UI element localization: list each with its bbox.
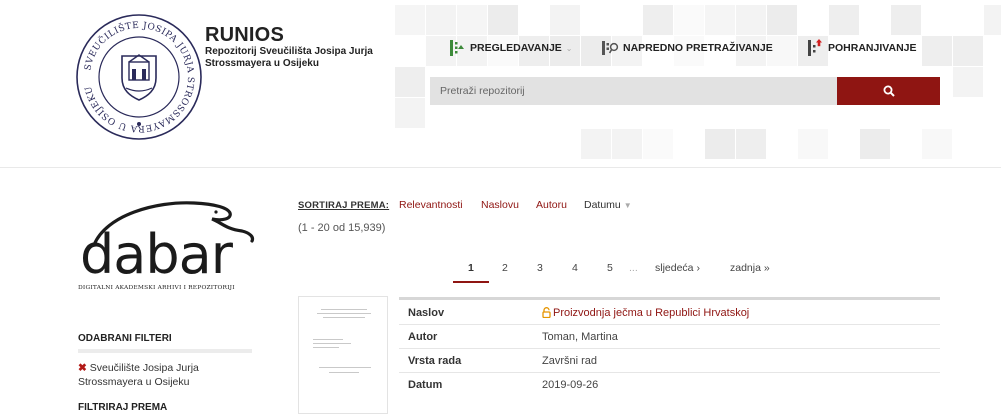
metadata-row-type: Vrsta rada Završni rad: [399, 350, 940, 373]
deposit-icon: [808, 39, 822, 56]
mosaic-tile: [581, 129, 611, 159]
university-seal-logo[interactable]: SVEUČILIŠTE JOSIPA JURJA STROSSMAYERA U …: [74, 12, 204, 142]
nav-browse-menu[interactable]: PREGLEDAVANJE ⌄: [448, 38, 573, 58]
dabar-logo-text: dabar: [80, 223, 234, 286]
chevron-down-icon: ▼: [623, 201, 632, 210]
page-link-4[interactable]: 4: [572, 262, 578, 274]
result-title-text: Proizvodnja ječma u Republici Hrvatskoj: [553, 307, 750, 319]
mosaic-tile: [550, 5, 580, 35]
remove-filter-icon[interactable]: ✖: [78, 362, 87, 374]
sort-option-relevance[interactable]: Relevantnosti: [399, 199, 463, 211]
nav-deposit-label: POHRANJIVANJE: [828, 42, 917, 54]
metadata-row-title: Naslov Proizvodnja ječma u Republici Hrv…: [399, 302, 940, 325]
selected-filters-heading: ODABRANI FILTERI: [78, 333, 172, 344]
result-title-link[interactable]: Proizvodnja ječma u Republici Hrvatskoj: [542, 307, 749, 319]
metadata-row-author: Autor Toman, Martina: [399, 326, 940, 349]
nav-deposit[interactable]: POHRANJIVANJE: [806, 38, 917, 58]
brand-title[interactable]: RUNIOS: [205, 24, 284, 47]
mosaic-tile: [736, 129, 766, 159]
search-input[interactable]: [430, 77, 837, 105]
selected-filter-item[interactable]: ✖ Sveučilište Josipa Jurja Strossmayera …: [78, 361, 258, 389]
thumbnail-text-line: [313, 343, 351, 344]
mosaic-tile: [674, 5, 704, 35]
nav-browse-label: PREGLEDAVANJE: [470, 42, 562, 54]
mosaic-tile: [953, 36, 983, 66]
metadata-row-date: Datum 2019-09-26: [399, 374, 940, 397]
mosaic-tile: [922, 36, 952, 66]
browse-icon: [450, 40, 464, 56]
thumbnail-text-line: [321, 309, 367, 310]
open-access-lock-icon: [542, 307, 551, 318]
mosaic-tile: [984, 5, 1001, 35]
last-page-link[interactable]: zadnja »: [730, 262, 770, 274]
brand-subtitle: Repozitorij Sveučilišta Josipa Jurja Str…: [205, 46, 373, 69]
mosaic-tile: [643, 129, 673, 159]
mosaic-tile: [705, 129, 735, 159]
chevron-down-icon: ⌄: [565, 43, 573, 53]
nav-advanced-search[interactable]: NAPREDNO PRETRAŽIVANJE: [601, 38, 773, 58]
selected-filter-label: Sveučilište Josipa Jurja Strossmayera u …: [78, 362, 199, 388]
page-link-3[interactable]: 3: [537, 262, 543, 274]
metadata-value: 2019-09-26: [542, 379, 599, 391]
metadata-key: Vrsta rada: [408, 355, 462, 367]
mosaic-tile: [736, 5, 766, 35]
sort-option-title[interactable]: Naslovu: [481, 199, 519, 211]
metadata-value: Završni rad: [542, 355, 598, 367]
current-page-indicator: [453, 281, 489, 283]
search-button[interactable]: [837, 77, 940, 105]
sort-option-date-label: Datumu: [584, 199, 621, 211]
thumbnail-text-line: [319, 367, 371, 368]
thumbnail-text-line: [313, 339, 343, 340]
mosaic-tile: [395, 5, 425, 35]
advanced-search-icon: [602, 41, 619, 55]
metadata-key: Datum: [408, 379, 443, 391]
thumbnail-text-line: [313, 347, 339, 348]
sort-label: SORTIRAJ PREMA:: [298, 200, 390, 211]
divider: [399, 297, 940, 300]
mosaic-tile: [488, 5, 518, 35]
mosaic-tile: [643, 5, 673, 35]
nav-advanced-label: NAPREDNO PRETRAŽIVANJE: [623, 42, 773, 54]
filter-by-heading: FILTRIRAJ PREMA: [78, 402, 168, 413]
thumbnail-text-line: [323, 317, 365, 318]
document-thumbnail[interactable]: [298, 296, 388, 414]
mosaic-tile: [953, 67, 983, 97]
sort-option-date[interactable]: Datumu ▼: [584, 199, 632, 211]
results-count: (1 - 20 od 15,939): [298, 222, 386, 234]
metadata-key: Naslov: [408, 307, 445, 319]
sort-option-author[interactable]: Autoru: [536, 199, 567, 211]
search-icon: [883, 85, 895, 97]
mosaic-tile: [612, 129, 642, 159]
page-link-1[interactable]: 1: [468, 262, 474, 274]
metadata-key: Autor: [408, 331, 438, 343]
mosaic-tile: [798, 129, 828, 159]
thumbnail-text-line: [329, 372, 359, 373]
divider: [78, 349, 252, 353]
dabar-logo[interactable]: dabar DIGITALNI AKADEMSKI ARHIVI I REPOZ…: [76, 195, 260, 293]
metadata-value: Toman, Martina: [542, 331, 618, 343]
site-header: SVEUČILIŠTE JOSIPA JURJA STROSSMAYERA U …: [0, 0, 1001, 168]
next-page-link[interactable]: sljedeća ›: [655, 262, 700, 274]
mosaic-tile: [395, 98, 425, 128]
mosaic-tile: [860, 129, 890, 159]
dabar-tagline: DIGITALNI AKADEMSKI ARHIVI I REPOZITORIJ…: [78, 285, 235, 291]
page-link-2[interactable]: 2: [502, 262, 508, 274]
thumbnail-text-line: [317, 313, 371, 314]
pagination-ellipsis: ...: [629, 262, 638, 274]
mosaic-tile: [395, 67, 425, 97]
mosaic-tile: [922, 129, 952, 159]
mosaic-tile: [426, 5, 456, 35]
mosaic-tile: [457, 5, 487, 35]
mosaic-tile: [705, 5, 735, 35]
page-link-5[interactable]: 5: [607, 262, 613, 274]
mosaic-tile: [891, 5, 921, 35]
mosaic-tile: [767, 5, 797, 35]
mosaic-tile: [829, 5, 859, 35]
